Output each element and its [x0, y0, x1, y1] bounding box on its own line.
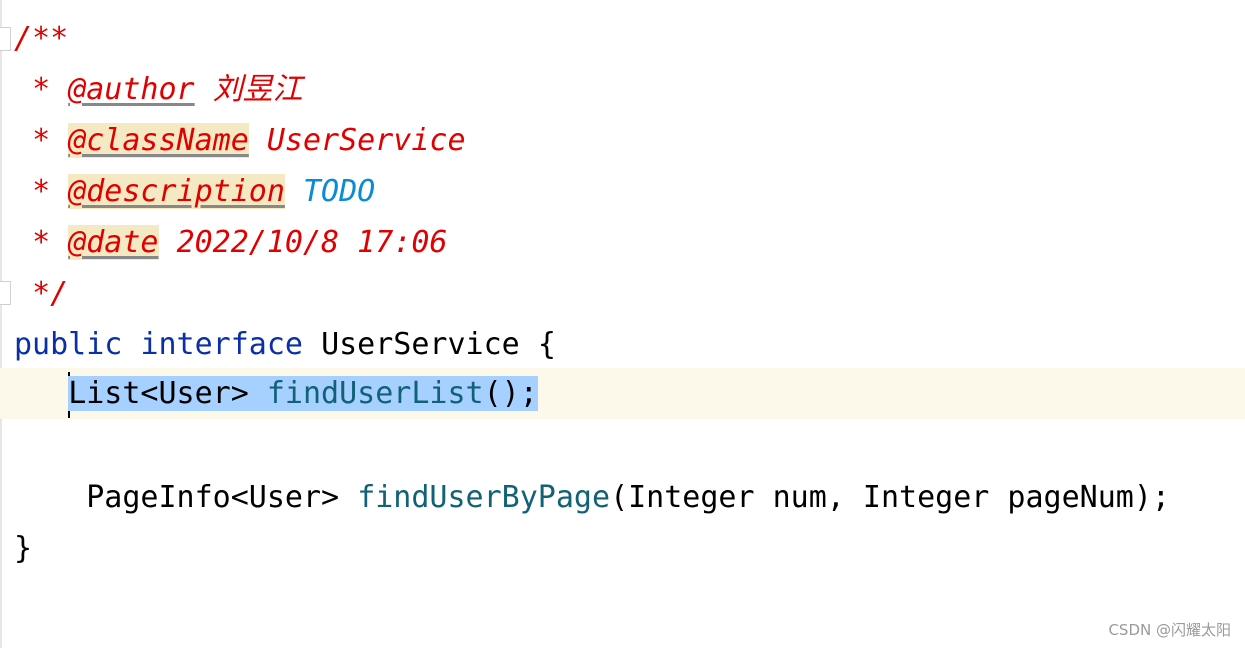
comment-close: */	[32, 276, 69, 311]
interface-name: UserService	[321, 327, 520, 362]
code-line-7[interactable]: public interface UserService {	[14, 319, 556, 370]
open-brace: {	[537, 327, 556, 362]
comment-star: *	[32, 174, 51, 209]
close-brace: }	[14, 531, 33, 566]
classname-tag: @className	[68, 123, 249, 158]
date-value: 2022/10/8 17:06	[176, 225, 448, 260]
code-line-2[interactable]: * @author 刘昱江	[14, 64, 303, 115]
method-params: (Integer num, Integer pageNum);	[610, 480, 1170, 515]
code-line-11[interactable]: }	[14, 523, 32, 574]
method-name: findUserByPage	[357, 480, 611, 515]
comment-star: *	[32, 225, 51, 260]
todo-marker: TODO	[303, 174, 376, 209]
selection[interactable]: List<User> findUserList();	[68, 376, 538, 411]
author-value: 刘昱江	[212, 72, 303, 107]
keyword-interface: interface	[140, 327, 303, 362]
description-tag: @description	[68, 174, 285, 209]
keyword-public: public	[14, 327, 123, 362]
return-type: PageInfo<User>	[86, 480, 340, 515]
code-line-1[interactable]: /**	[14, 13, 68, 64]
comment-star: *	[32, 72, 51, 107]
fold-end-icon[interactable]	[0, 281, 11, 305]
comment-open: /**	[14, 21, 69, 56]
fold-start-icon[interactable]	[0, 27, 11, 51]
code-line-3[interactable]: * @className UserService	[14, 115, 466, 166]
comment-star: *	[32, 123, 51, 158]
method-name: findUserList	[266, 376, 484, 411]
classname-value: UserService	[266, 123, 466, 158]
code-line-6[interactable]: */	[14, 268, 68, 319]
editor-gutter	[0, 0, 2, 648]
watermark: CSDN @闪耀太阳	[1108, 621, 1231, 639]
return-type: List<User>	[68, 376, 249, 411]
date-tag: @date	[68, 225, 159, 260]
author-tag: @author	[68, 72, 195, 107]
code-line-8[interactable]: List<User> findUserList();	[14, 368, 538, 419]
code-line-5[interactable]: * @date 2022/10/8 17:06	[14, 217, 448, 268]
code-line-10[interactable]: PageInfo<User> findUserByPage(Integer nu…	[14, 472, 1170, 523]
code-line-4[interactable]: * @description TODO	[14, 166, 375, 217]
method-params: ();	[483, 376, 538, 411]
